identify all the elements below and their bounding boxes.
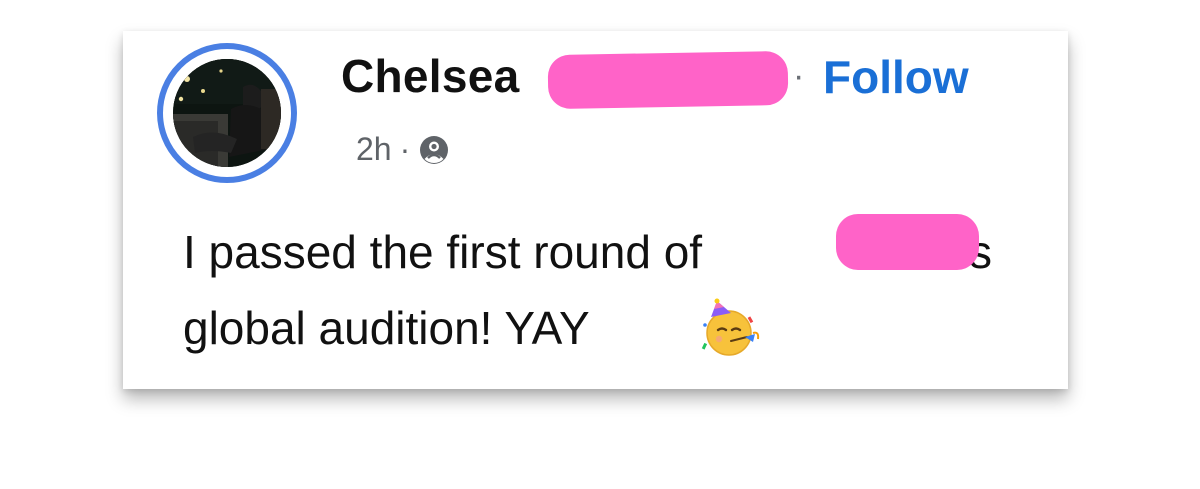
meta-separator: ·	[399, 131, 411, 167]
follow-button[interactable]: Follow	[823, 50, 969, 104]
post-meta: 2h ·	[356, 131, 450, 168]
partying-face-emoji	[697, 297, 761, 361]
name-redaction	[547, 50, 789, 110]
post-timestamp[interactable]: 2h	[356, 131, 392, 168]
word-redaction	[836, 214, 979, 270]
friends-icon[interactable]	[418, 134, 450, 166]
story-ring[interactable]	[157, 43, 297, 183]
post-text-line-2: global audition! YAY	[183, 302, 590, 354]
header-separator: ·	[793, 57, 805, 95]
avatar[interactable]	[173, 59, 281, 167]
author-name[interactable]: Chelsea	[341, 49, 520, 103]
post-card: Chelsea · Follow 2h · I passed the first…	[123, 31, 1068, 389]
